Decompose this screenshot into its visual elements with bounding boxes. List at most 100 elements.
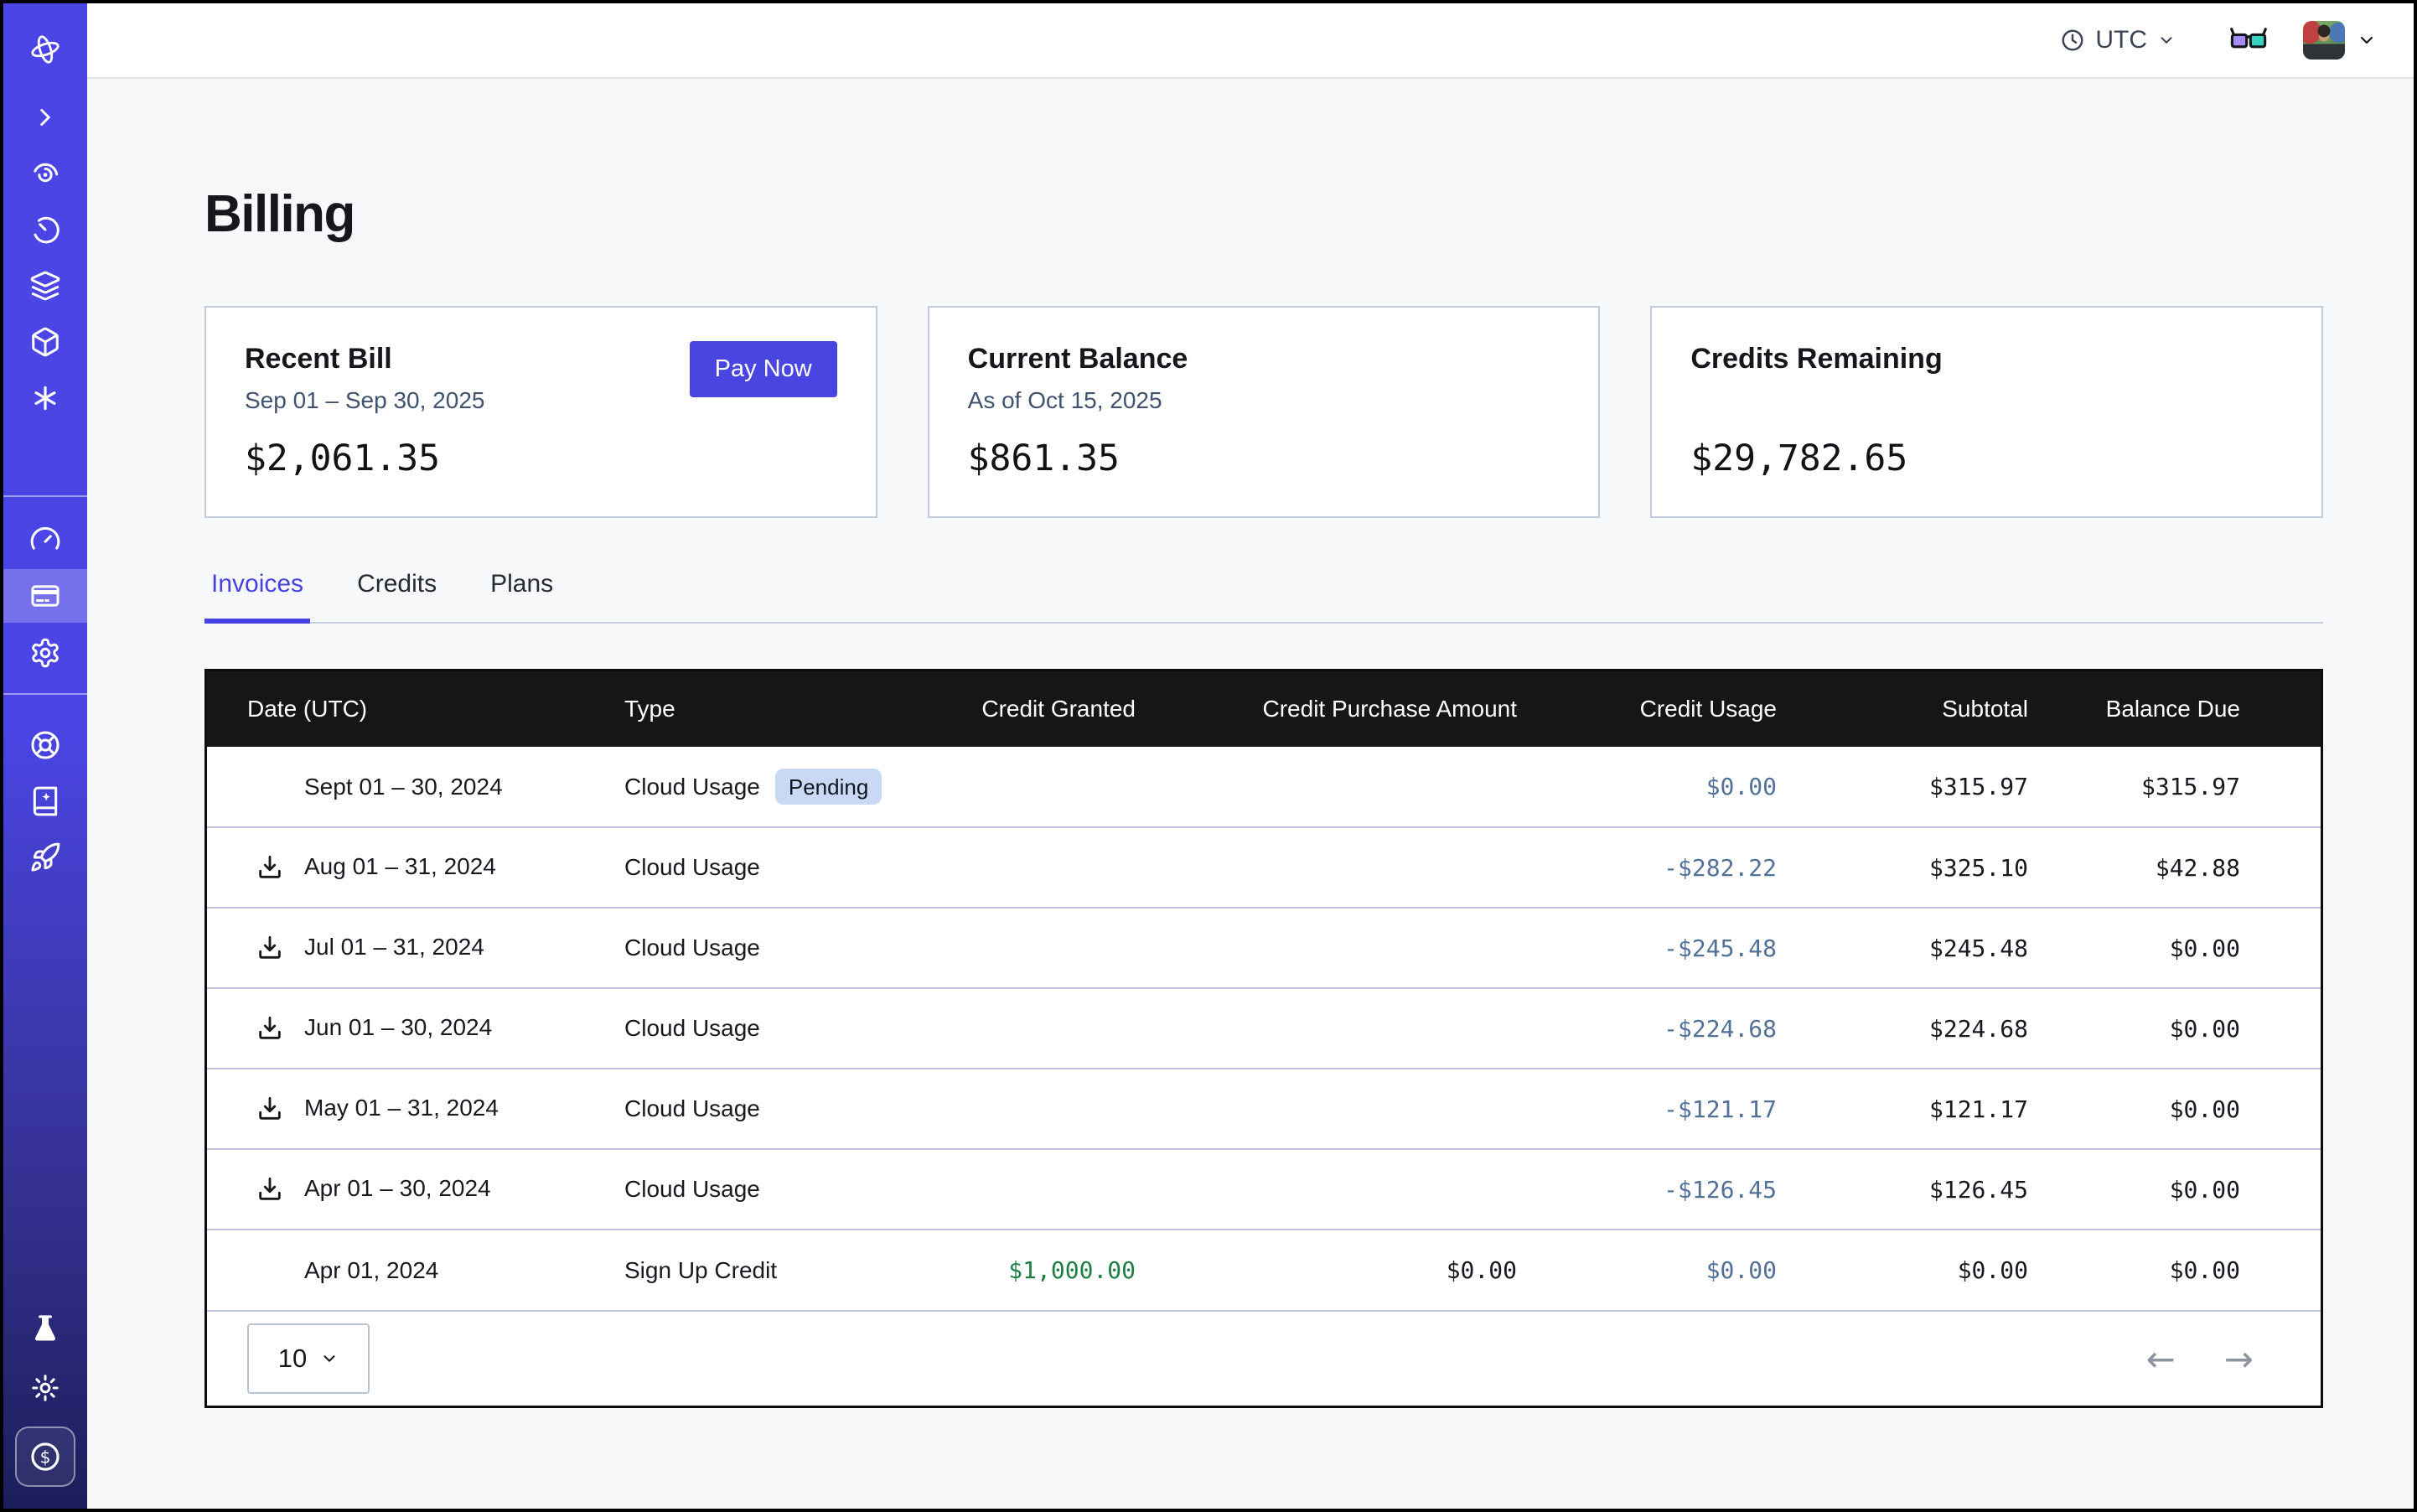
col-credit-usage: Credit Usage [1517, 671, 1777, 747]
chevron-down-icon [2357, 30, 2377, 50]
recent-bill-card: Recent Bill Sep 01 – Sep 30, 2025 $2,061… [204, 306, 877, 518]
subtotal: $224.68 [1777, 988, 2028, 1069]
credits-dollar-badge-icon[interactable]: $ [15, 1427, 75, 1487]
credit-card-icon [29, 580, 61, 612]
download-invoice-button[interactable] [256, 934, 287, 962]
chevron-down-icon [2157, 31, 2176, 49]
subtotal: $121.17 [1777, 1069, 2028, 1149]
theme-sun-icon[interactable] [22, 1364, 69, 1411]
next-page-button[interactable]: → [2224, 1339, 2254, 1380]
history-timer-icon[interactable] [22, 206, 69, 253]
credit-granted [884, 988, 1136, 1069]
download-invoice-button[interactable] [256, 1175, 287, 1204]
invoice-date: Jun 01 – 30, 2024 [304, 1014, 492, 1040]
usage-gauge-icon[interactable] [22, 515, 69, 562]
credit-granted: $1,000.00 [884, 1230, 1136, 1310]
download-invoice-button[interactable] [256, 1095, 287, 1123]
asterisk-icon[interactable] [22, 375, 69, 422]
credit-purchase [1136, 908, 1517, 988]
topbar: UTC [87, 3, 2414, 79]
prev-page-button[interactable]: ← [2146, 1339, 2176, 1380]
download-invoice-button[interactable] [256, 1014, 287, 1043]
settings-gear-icon[interactable] [22, 629, 69, 676]
tab-plans[interactable]: Plans [484, 570, 560, 624]
credit-usage: $0.00 [1517, 1230, 1777, 1310]
balance-due: $0.00 [2028, 1149, 2321, 1230]
credit-granted [884, 827, 1136, 908]
main-area: UTC Bill [87, 3, 2414, 1509]
subtotal: $245.48 [1777, 908, 2028, 988]
card-amount: $29,782.65 [1690, 438, 2283, 479]
invoice-date: Jul 01 – 31, 2024 [304, 934, 484, 960]
table-row: Jul 01 – 31, 2024 Cloud Usage -$245.48 $… [207, 908, 2321, 988]
credit-usage: -$121.17 [1517, 1069, 1777, 1149]
sidebar-divider [3, 693, 87, 695]
col-subtotal: Subtotal [1777, 671, 2028, 747]
credit-granted [884, 1149, 1136, 1230]
credit-usage: -$126.45 [1517, 1149, 1777, 1230]
card-subtitle: As of Oct 15, 2025 [968, 387, 1560, 417]
col-credit-purchase: Credit Purchase Amount [1136, 671, 1517, 747]
account-menu[interactable] [2303, 21, 2377, 60]
summary-cards: Recent Bill Sep 01 – Sep 30, 2025 $2,061… [204, 306, 2323, 518]
invoice-type: Cloud Usage [624, 908, 884, 988]
timezone-label: UTC [2095, 26, 2147, 54]
docs-book-icon[interactable] [22, 778, 69, 825]
pay-now-button[interactable]: Pay Now [690, 341, 837, 397]
balance-due: $315.97 [2028, 747, 2321, 827]
credit-granted [884, 1069, 1136, 1149]
card-amount: $861.35 [968, 438, 1560, 479]
page-size-select[interactable]: 10 [247, 1323, 370, 1394]
invoices-table: Date (UTC) Type Credit Granted Credit Pu… [204, 669, 2323, 1408]
clock-icon [2060, 28, 2085, 53]
credit-usage: -$245.48 [1517, 908, 1777, 988]
balance-due: $0.00 [2028, 1230, 2321, 1310]
table-row: May 01 – 31, 2024 Cloud Usage -$121.17 $… [207, 1069, 2321, 1149]
cube-icon[interactable] [22, 318, 69, 365]
rocket-icon[interactable] [22, 834, 69, 881]
subtotal: $325.10 [1777, 827, 2028, 908]
table-footer: 10 ← → [207, 1310, 2321, 1406]
sidebar-item-billing[interactable] [3, 569, 87, 623]
layers-icon[interactable] [22, 262, 69, 309]
chevron-down-icon [320, 1349, 339, 1368]
table-row: Jun 01 – 30, 2024 Cloud Usage -$224.68 $… [207, 988, 2321, 1069]
credit-purchase [1136, 1069, 1517, 1149]
credit-purchase [1136, 747, 1517, 827]
credit-purchase: $0.00 [1136, 1230, 1517, 1310]
reader-glasses-button[interactable] [2228, 26, 2269, 54]
download-invoice-button[interactable] [256, 853, 287, 882]
invoice-date: Aug 01 – 31, 2024 [304, 853, 496, 879]
table-header-row: Date (UTC) Type Credit Granted Credit Pu… [207, 671, 2321, 747]
timezone-selector[interactable]: UTC [2060, 26, 2176, 54]
tab-credits[interactable]: Credits [350, 570, 443, 624]
col-credit-granted: Credit Granted [884, 671, 1136, 747]
page-size-value: 10 [278, 1344, 307, 1374]
subtotal: $0.00 [1777, 1230, 2028, 1310]
table-row: Apr 01 – 30, 2024 Cloud Usage -$126.45 $… [207, 1149, 2321, 1230]
table-row: Apr 01, 2024 Sign Up Credit $1,000.00 $0… [207, 1230, 2321, 1310]
app-window: $ UTC [0, 0, 2417, 1512]
support-helm-icon[interactable] [22, 722, 69, 769]
labs-flask-icon[interactable] [22, 1306, 69, 1353]
invoice-type: Cloud Usage [624, 1069, 884, 1149]
table-row: Aug 01 – 31, 2024 Cloud Usage -$282.22 $… [207, 827, 2321, 908]
balance-due: $42.88 [2028, 827, 2321, 908]
glasses-icon [2228, 26, 2269, 54]
orbit-logo-icon[interactable] [22, 26, 69, 73]
tab-invoices[interactable]: Invoices [204, 570, 310, 624]
download-icon [256, 934, 284, 962]
invoice-date: Apr 01, 2024 [304, 1257, 438, 1283]
sidebar: $ [3, 3, 87, 1509]
current-balance-card: Current Balance As of Oct 15, 2025 $861.… [928, 306, 1601, 518]
page-title: Billing [204, 184, 2323, 244]
balance-due: $0.00 [2028, 908, 2321, 988]
subtotal: $126.45 [1777, 1149, 2028, 1230]
invoice-type: Cloud Usage [624, 988, 884, 1069]
credit-purchase [1136, 988, 1517, 1069]
download-icon [256, 1014, 284, 1043]
observe-eye-icon[interactable] [22, 150, 69, 197]
sidebar-expand-chevron-icon[interactable] [22, 94, 69, 141]
card-subtitle [1690, 387, 2283, 417]
download-icon [256, 853, 284, 882]
